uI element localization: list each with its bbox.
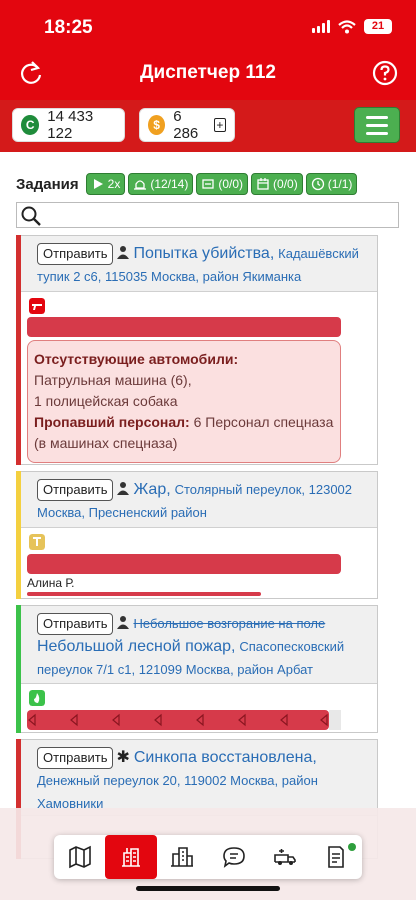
person-icon xyxy=(117,616,130,629)
send-button[interactable]: Отправить xyxy=(37,243,114,265)
credits-display: C 14 433 122 xyxy=(12,108,125,142)
mission-status-stripe xyxy=(16,605,21,733)
missing-resources-box: Отсутствующие автомобили: Патрульная маш… xyxy=(27,340,341,463)
transport-filter-button[interactable]: (0/0) xyxy=(196,173,249,195)
patient-icon xyxy=(202,179,215,189)
missing-vehicles-label: Отсутствующие автомобили: xyxy=(34,351,239,367)
status-time: 18:25 xyxy=(44,17,93,38)
emergency-count: (12/14) xyxy=(150,177,189,191)
tasks-toolbar: Задания 2x (12/14) (0/0) (0/0) (1/1) xyxy=(16,173,358,195)
status-icons: 21 xyxy=(312,19,392,34)
planned-filter-button[interactable]: (0/0) xyxy=(251,173,303,195)
mission-card[interactable]: Отправить Попытка убийства, Кадашёвский т… xyxy=(16,235,378,465)
mission-status-stripe xyxy=(16,235,21,465)
tab-vehicles[interactable] xyxy=(259,835,310,879)
person-icon xyxy=(117,482,130,495)
wifi-icon xyxy=(338,19,356,33)
tab-map[interactable] xyxy=(54,835,105,879)
mission-header: Отправить Жар, Столярный переулок, 123002… xyxy=(17,472,377,528)
help-icon[interactable] xyxy=(372,60,398,86)
battery-icon: 21 xyxy=(364,19,392,34)
responder-name: Алина Р. xyxy=(27,576,75,590)
mission-progress-bar xyxy=(27,554,341,574)
missing-personnel-label: Пропавший персонал: xyxy=(34,414,190,430)
tab-dispatch[interactable] xyxy=(105,835,157,879)
credits-value: 14 433 122 xyxy=(47,108,94,142)
tab-chat[interactable] xyxy=(208,835,259,879)
coins-icon: $ xyxy=(148,115,166,135)
medical-mission-icon xyxy=(29,534,45,550)
previous-mission-name: Небольшое возгорание на поле xyxy=(133,616,326,631)
tab-buildings[interactable] xyxy=(157,835,208,879)
mission-progress-bar xyxy=(27,710,341,730)
balance-bar: C 14 433 122 $ 6 286 + xyxy=(0,100,416,152)
timed-filter-button[interactable]: (1/1) xyxy=(305,173,358,195)
chat-icon xyxy=(222,847,245,868)
transport-count: (0/0) xyxy=(218,177,244,191)
fire-mission-icon xyxy=(29,690,45,706)
planned-count: (0/0) xyxy=(273,177,298,191)
person-icon xyxy=(117,246,130,259)
app-header: 18:25 21 Диспетчер 112 xyxy=(0,0,416,100)
home-indicator xyxy=(136,886,280,891)
page-title: Диспетчер 112 xyxy=(139,62,276,83)
mission-card[interactable]: Отправить Жар, Столярный переулок, 123002… xyxy=(16,471,378,599)
mission-card[interactable]: Отправить Небольшое возгорание на поле Не… xyxy=(16,605,378,733)
send-button[interactable]: Отправить xyxy=(37,479,114,501)
emergency-filter-button[interactable]: (12/14) xyxy=(128,173,194,195)
buildings-icon xyxy=(171,847,194,867)
vehicles-icon xyxy=(274,849,296,865)
medical-asterisk-icon: ✱ xyxy=(116,749,130,766)
siren-icon xyxy=(134,180,147,190)
police-mission-icon xyxy=(29,298,45,314)
menu-button[interactable] xyxy=(354,107,400,143)
mission-name[interactable]: Жар, xyxy=(133,481,170,498)
speed-label: 2x xyxy=(107,177,121,191)
buy-coins-icon[interactable]: + xyxy=(213,118,226,132)
play-icon xyxy=(93,179,103,189)
coins-display[interactable]: $ 6 286 + xyxy=(139,108,235,142)
clock-icon xyxy=(311,177,324,191)
mission-name[interactable]: Синкопа восстановлена, xyxy=(134,749,317,766)
coins-value: 6 286 xyxy=(173,108,199,142)
search-input[interactable] xyxy=(16,202,399,228)
credits-icon: C xyxy=(21,115,40,135)
mission-status-stripe xyxy=(16,471,21,599)
send-button[interactable]: Отправить xyxy=(37,747,114,769)
tasks-title: Задания xyxy=(16,175,79,193)
mission-header: Отправить ✱ Синкопа восстановлена, Денежны… xyxy=(17,740,377,816)
responder-progress-bar xyxy=(27,592,261,596)
missing-vehicle-item: Патрульная машина (6), xyxy=(34,372,192,388)
calendar-icon xyxy=(257,178,269,190)
notification-dot xyxy=(347,843,356,851)
search-icon xyxy=(21,206,41,226)
timed-count: (1/1) xyxy=(327,177,353,191)
send-button[interactable]: Отправить xyxy=(37,613,114,635)
mission-header: Отправить Попытка убийства, Кадашёвский т… xyxy=(17,236,377,292)
speed-button[interactable]: 2x xyxy=(85,173,126,195)
reports-icon xyxy=(328,846,345,868)
mission-name[interactable]: Небольшой лесной пожар, xyxy=(37,638,235,655)
mission-address[interactable]: Денежный переулок 20, 119002 Москва, рай… xyxy=(37,773,318,811)
cellular-signal-icon xyxy=(312,20,330,33)
mission-progress-bar xyxy=(27,317,341,337)
bottom-tabbar xyxy=(54,835,362,879)
tab-reports[interactable] xyxy=(311,835,362,879)
map-icon xyxy=(68,845,91,869)
mission-header: Отправить Небольшое возгорание на поле Не… xyxy=(17,606,377,684)
mission-name[interactable]: Попытка убийства, xyxy=(133,245,274,262)
missing-vehicle-item: 1 полицейская собака xyxy=(34,393,178,409)
dispatch-icon xyxy=(121,848,140,867)
